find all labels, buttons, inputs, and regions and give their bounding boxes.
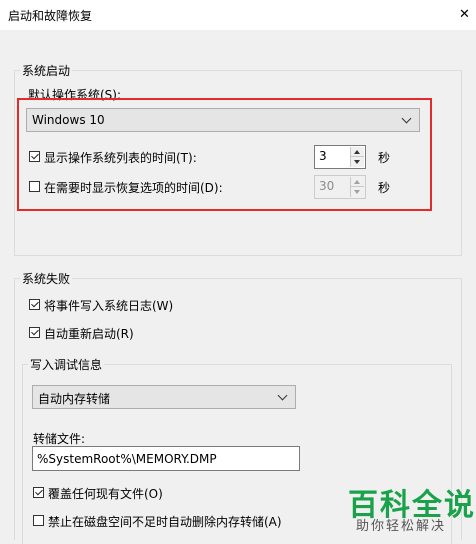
highlight-box [17,98,432,211]
disable-autodelete-label: 禁止在磁盘空间不足时自动删除内存转储(A) [48,515,282,529]
auto-restart-label: 自动重新启动(R) [44,327,134,341]
close-icon[interactable]: ✕ [459,7,470,22]
dump-file-label: 转储文件: [33,432,86,446]
disable-autodelete-checkbox[interactable] [33,515,44,526]
failure-legend: 系统失败 [20,270,73,287]
debug-legend: 写入调试信息 [28,356,105,373]
write-event-label: 将事件写入系统日志(W) [44,299,174,313]
watermark-subtitle: 助你轻松解决 [356,519,447,534]
write-event-checkbox[interactable] [29,299,40,310]
dump-file-value: %SystemRoot%\MEMORY.DMP [37,452,217,466]
auto-restart-checkbox[interactable] [29,327,40,338]
chevron-down-icon [277,390,288,401]
startup-legend: 系统启动 [20,62,73,79]
overwrite-checkbox[interactable] [33,487,44,498]
window-title: 启动和故障恢复 [8,9,93,23]
dump-file-input[interactable]: %SystemRoot%\MEMORY.DMP [32,446,300,471]
overwrite-label: 覆盖任何现有文件(O) [48,487,163,501]
dump-type-dropdown[interactable]: 自动内存转储 [32,385,296,409]
dump-type-value: 自动内存转储 [38,392,111,406]
